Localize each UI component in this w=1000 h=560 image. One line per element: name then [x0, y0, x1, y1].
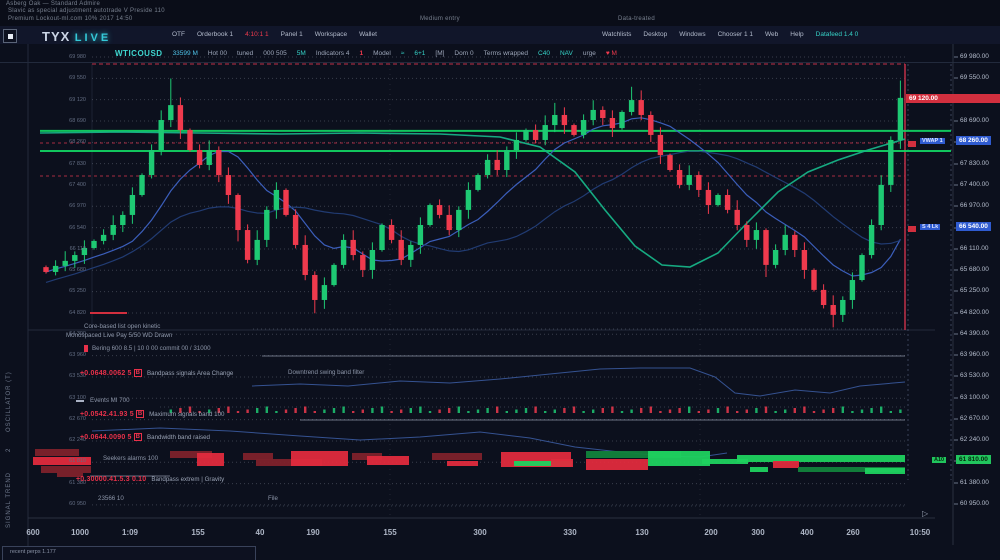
indicator-row-8[interactable]: +0.30000.41.5.3 0.10 Bandpass extrem | Gr… — [76, 476, 224, 483]
indicator-badge: B — [136, 410, 144, 418]
indicator-row-9[interactable]: 23566 10 — [98, 495, 124, 502]
trading-terminal: Asberg Oak — Standard Admire Slavic as s… — [0, 0, 1000, 560]
indicator-row-3[interactable]: +0.0648.0062 5B Bandpass signals Area Cha… — [80, 369, 233, 377]
indicator-row-6[interactable]: +0.0644.0090 5B Bandwidth band raised — [80, 433, 210, 441]
indicator-value: +0.0644.0090 5 — [80, 434, 132, 441]
indicator-badge: B — [134, 433, 142, 441]
indicator-label: Maximum signals band 100 — [149, 411, 224, 418]
indicator-label: Bering 600 8.5 | 10 0 00 commit 00 / 310… — [92, 345, 211, 352]
alert-icon — [84, 345, 88, 352]
pane-label-signal: SIGNAL TREND — [6, 472, 12, 528]
indicator-badge: B — [134, 369, 142, 377]
pane-label-oscillator: OSCILLATOR (T) — [6, 371, 12, 432]
indicator-label: 23566 10 — [98, 495, 124, 502]
indicator-value: +0.0542.41.93 5 — [80, 411, 134, 418]
indicator-label: Seekers alarms 100 — [103, 455, 158, 462]
indicator-row-7[interactable]: Seekers alarms 100 — [103, 455, 158, 462]
indicator-label: Core-based list open kinetic — [84, 323, 160, 330]
indicator-label: Monospaced Live Pay 5/50 WD Drawn — [66, 332, 172, 339]
indicator-row-5[interactable]: +0.0542.41.93 5B Maximum signals band 100 — [80, 410, 224, 418]
indicator-label: Events MI 700 — [90, 397, 130, 404]
indicator-value: +0.30000.41.5.3 0.10 — [76, 476, 146, 483]
indicator-value: +0.0648.0062 5 — [80, 370, 132, 377]
indicator-label: Bandpass extrem | Gravity — [151, 476, 224, 483]
indicator-label: Bandwidth band raised — [147, 434, 210, 441]
indicator-label: Bandpass signals Area Change — [147, 370, 233, 377]
indicator-row-1[interactable]: Monospaced Live Pay 5/50 WD Drawn — [66, 332, 172, 339]
indicator-row-4[interactable]: Events MI 700 — [76, 397, 130, 404]
play-icon[interactable]: ▷ — [922, 509, 928, 518]
indicator-row-2[interactable]: Bering 600 8.5 | 10 0 00 commit 00 / 310… — [84, 345, 211, 352]
dash-icon — [76, 400, 84, 402]
pane-label-number: 2 — [6, 448, 12, 452]
status-box[interactable]: recent perps 1.177 — [2, 546, 256, 560]
status-box-text: recent perps 1.177 — [3, 547, 255, 555]
indicator-row-0[interactable]: Core-based list open kinetic — [84, 323, 160, 330]
